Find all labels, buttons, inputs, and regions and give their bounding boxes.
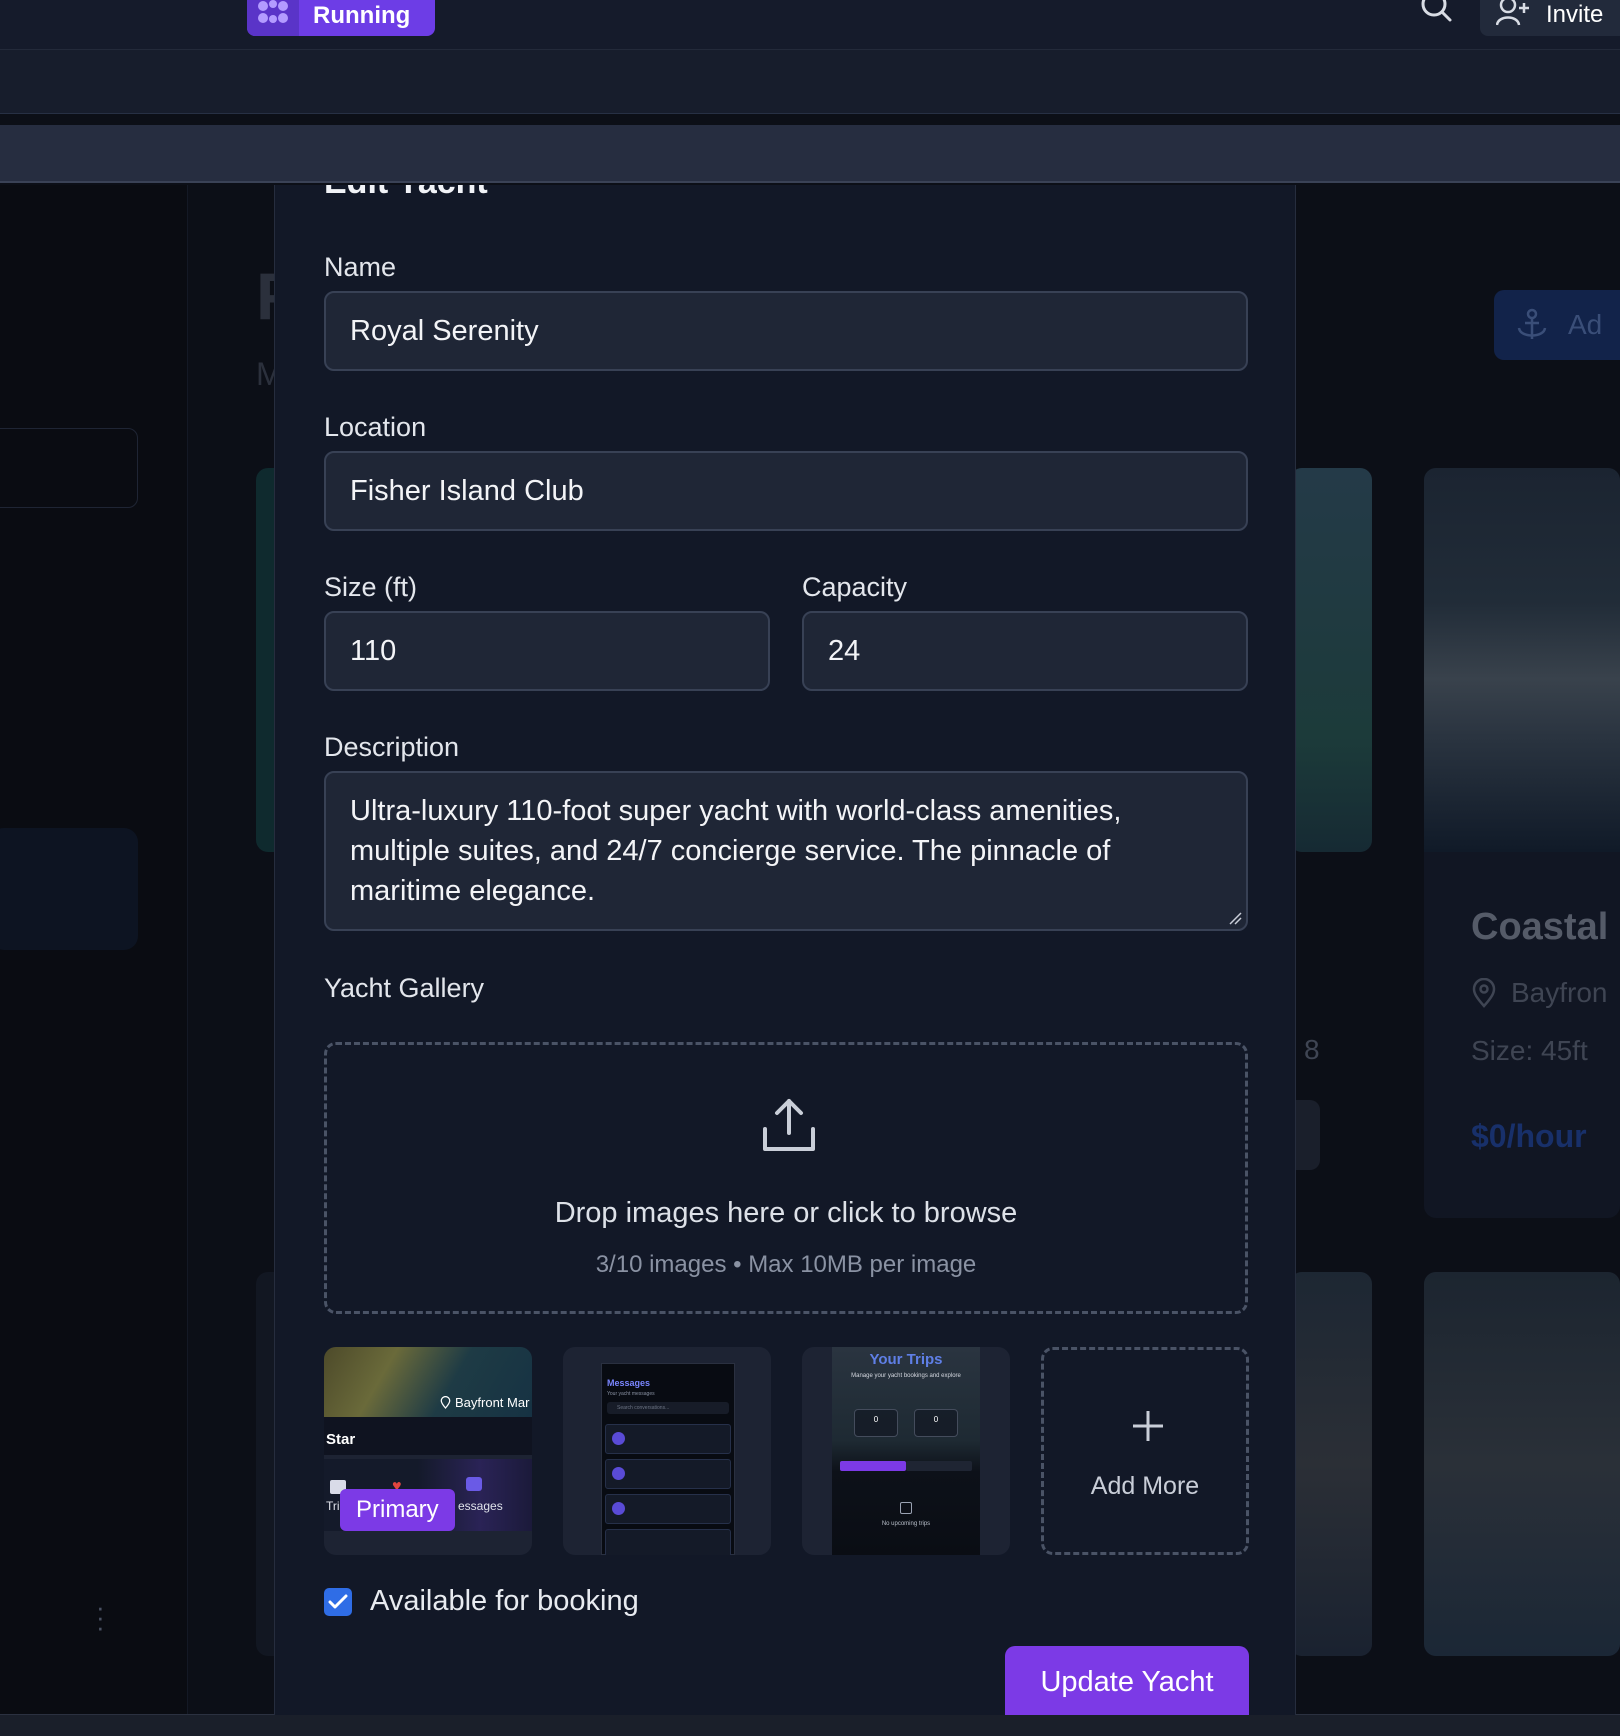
gallery-thumbnail[interactable]: Bayfront Mar Star ♥ Tri essages Primary [324,1347,532,1555]
thumbnail-row [605,1529,731,1555]
app-logo-icon [247,0,299,36]
dropzone-text: Drop images here or click to browse [554,1197,1018,1229]
background-card-middle-lower [1290,1272,1372,1656]
dropzone-hint: 3/10 images • Max 10MB per image [595,1251,977,1278]
location-input[interactable]: Fisher Island Club [324,451,1248,531]
background-card-location: Bayfron [1471,977,1608,1009]
description-textarea[interactable]: Ultra-luxury 110-foot super yacht with w… [324,771,1248,931]
plus-icon [1133,1411,1163,1441]
background-card-price: $0/hour [1471,1118,1587,1154]
thumbnail-search: Search conversations... [607,1402,729,1414]
name-label: Name [324,252,397,282]
thumbnail-tab-active [840,1461,906,1471]
description-text: Ultra-luxury 110-foot super yacht with w… [350,795,1122,907]
background-card-middle [1290,468,1372,852]
primary-badge: Primary [340,1489,455,1531]
gallery-thumbnail[interactable]: Messages Your yacht messages Search conv… [563,1347,771,1555]
chat-icon [466,1477,482,1491]
description-label: Description [324,732,460,762]
avatar [612,1432,625,1445]
background-sidebar-field [0,428,138,508]
size-input[interactable]: 110 [324,611,770,691]
search-icon[interactable] [1420,0,1454,24]
thumbnail-tab-right: essages [458,1499,503,1513]
checkmark-icon [328,1594,348,1608]
map-pin-icon [1472,978,1496,1008]
background-card-size: Size: 45ft [1471,1035,1588,1066]
avatar [612,1502,625,1515]
thumbnail-heading: Your Trips [869,1351,943,1368]
update-yacht-button[interactable]: Update Yacht [1005,1646,1249,1715]
background-yacht-card [1424,468,1620,1218]
name-input[interactable]: Royal Serenity [324,291,1248,371]
background-sidebar-card [0,828,138,950]
location-label: Location [324,412,427,442]
resize-handle-icon[interactable] [1228,911,1242,925]
thumbnail-screenshot: Messages Your yacht messages Search conv… [601,1363,735,1555]
available-for-booking-row: Available for booking [324,1585,639,1618]
size-label: Size (ft) [324,572,418,602]
tertiary-toolbar [0,125,1620,183]
modal-title: Edit Yacht [324,185,488,202]
bottom-bar [0,1714,1620,1736]
calendar-icon [900,1502,912,1514]
invite-label: Invite [1546,1,1604,28]
anchor-icon [1517,308,1547,339]
available-checkbox[interactable] [324,1587,352,1616]
more-options-icon: · · · [96,1592,105,1642]
thumbnail-stat: 0 [914,1409,958,1437]
background-card-capacity: 8 [1304,1034,1320,1065]
thumbnail-stat: 0 [854,1409,898,1437]
secondary-toolbar [0,50,1620,114]
avatar [612,1467,625,1480]
thumbnail-screenshot: Your Trips Manage your yacht bookings an… [832,1347,980,1555]
map-pin-icon [440,1396,451,1409]
upload-icon [763,1099,815,1151]
add-user-icon [1496,0,1529,26]
add-yacht-label: Ad [1568,309,1603,340]
capacity-label: Capacity [802,572,908,602]
edit-yacht-modal: Edit Yacht Name Royal Serenity Location … [274,185,1296,1715]
thumbnail-title-bar [324,1417,532,1455]
available-label: Available for booking [370,1585,639,1617]
running-status-badge[interactable]: Running [247,0,435,36]
background-yacht-card-lower [1424,1272,1620,1656]
add-more-images-button[interactable]: Add More [1041,1347,1249,1555]
background-card-title: Coastal [1471,906,1609,948]
thumbnail-tab [906,1461,972,1471]
add-yacht-button[interactable]: Ad [1494,290,1620,360]
invite-button[interactable]: Invite [1480,0,1620,36]
capacity-input[interactable]: 24 [802,611,1248,691]
running-label: Running [313,2,411,29]
top-app-bar: Running Invite [0,0,1620,50]
gallery-thumbnail[interactable]: Your Trips Manage your yacht bookings an… [802,1347,1010,1555]
thumbnail-card-title: Star [326,1431,356,1448]
thumbnail-subheading: Manage your yacht bookings and explore [851,1373,961,1379]
thumbnail-location-text: Bayfront Mar [455,1395,530,1410]
thumbnail-subheading: Your yacht messages [607,1391,655,1397]
background-card-location-text: Bayfron [1511,977,1608,1008]
gallery-label: Yacht Gallery [324,973,485,1003]
thumbnail-heading: Messages [607,1378,651,1388]
background-sidebar [0,185,188,1715]
add-more-label: Add More [1090,1472,1200,1500]
thumbnail-tab-left: Tri [326,1499,340,1513]
thumbnail-location: Bayfront Mar [440,1395,529,1410]
image-dropzone[interactable]: Drop images here or click to browse 3/10… [324,1042,1248,1314]
thumbnail-empty-text: No upcoming trips [881,1521,931,1527]
